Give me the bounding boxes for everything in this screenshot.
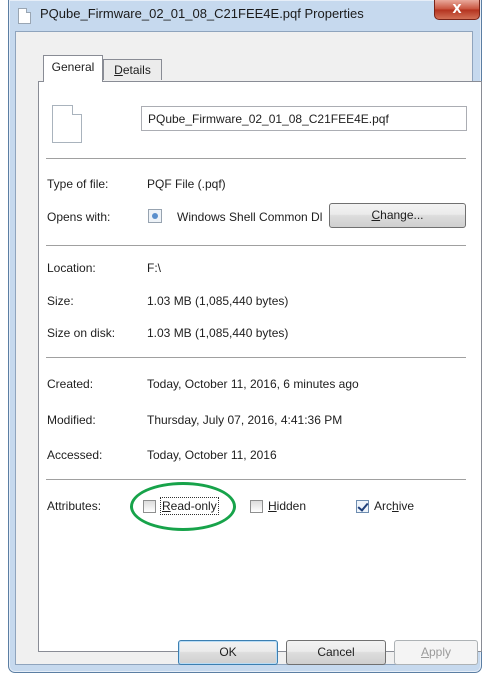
location-value: F:\ — [147, 261, 161, 275]
accessed-label: Accessed: — [47, 448, 103, 462]
hidden-checkbox[interactable] — [250, 500, 263, 513]
separator — [46, 158, 466, 159]
tab-details[interactable]: Details — [103, 59, 162, 80]
hidden-accelerator: H — [268, 499, 277, 513]
change-button[interactable]: Change... — [329, 203, 466, 228]
shell-dll-icon — [148, 209, 162, 223]
separator — [46, 357, 466, 358]
archive-text: ive — [398, 499, 415, 513]
separator — [46, 245, 466, 246]
window-title: PQube_Firmware_02_01_08_C21FEE4E.pqf Pro… — [40, 6, 364, 21]
accessed-value: Today, October 11, 2016 — [147, 448, 277, 462]
change-button-accelerator: C — [371, 208, 381, 222]
archive-text-prefix: Arc — [374, 499, 392, 513]
file-name-field[interactable]: PQube_Firmware_02_01_08_C21FEE4E.pqf — [141, 106, 467, 131]
separator — [46, 479, 466, 480]
hidden-label[interactable]: Hidden — [268, 499, 306, 513]
general-tab-panel — [38, 81, 482, 652]
size-label: Size: — [47, 294, 74, 308]
archive-checkbox[interactable] — [356, 500, 369, 513]
modified-label: Modified: — [47, 413, 96, 427]
cancel-button[interactable]: Cancel — [286, 640, 386, 665]
archive-label[interactable]: Archive — [374, 499, 414, 513]
type-of-file-value: PQF File (.pqf) — [147, 177, 226, 191]
apply-button-label: pply — [429, 645, 452, 659]
title-bar[interactable]: PQube_Firmware_02_01_08_C21FEE4E.pqf Pro… — [9, 0, 481, 31]
apply-button-accelerator: A — [420, 645, 429, 659]
hidden-text: idden — [276, 499, 307, 513]
apply-button[interactable]: Apply — [394, 640, 478, 665]
created-value: Today, October 11, 2016, 6 minutes ago — [147, 377, 359, 391]
close-button[interactable]: X — [434, 0, 480, 20]
ok-button[interactable]: OK — [178, 640, 278, 665]
tab-details-label: etails — [122, 63, 151, 77]
size-on-disk-label: Size on disk: — [47, 326, 116, 340]
created-label: Created: — [47, 377, 94, 391]
document-icon — [52, 105, 82, 143]
size-value: 1.03 MB (1,085,440 bytes) — [147, 294, 289, 308]
tab-general-label: General — [51, 60, 95, 74]
change-button-label: hange... — [380, 208, 424, 222]
location-label: Location: — [47, 261, 96, 275]
modified-value: Thursday, July 07, 2016, 4:41:36 PM — [147, 413, 343, 427]
opens-with-label: Opens with: — [47, 210, 111, 224]
attributes-label: Attributes: — [47, 499, 102, 513]
file-icon — [18, 8, 31, 24]
tab-details-accelerator: D — [114, 63, 123, 77]
opens-with-value: Windows Shell Common Dll — [177, 210, 323, 224]
type-of-file-label: Type of file: — [47, 177, 109, 191]
archive-accelerator: h — [392, 499, 399, 513]
tab-general[interactable]: General — [43, 55, 103, 82]
highlight-ellipse — [130, 482, 236, 531]
size-on-disk-value: 1.03 MB (1,085,440 bytes) — [147, 326, 289, 340]
